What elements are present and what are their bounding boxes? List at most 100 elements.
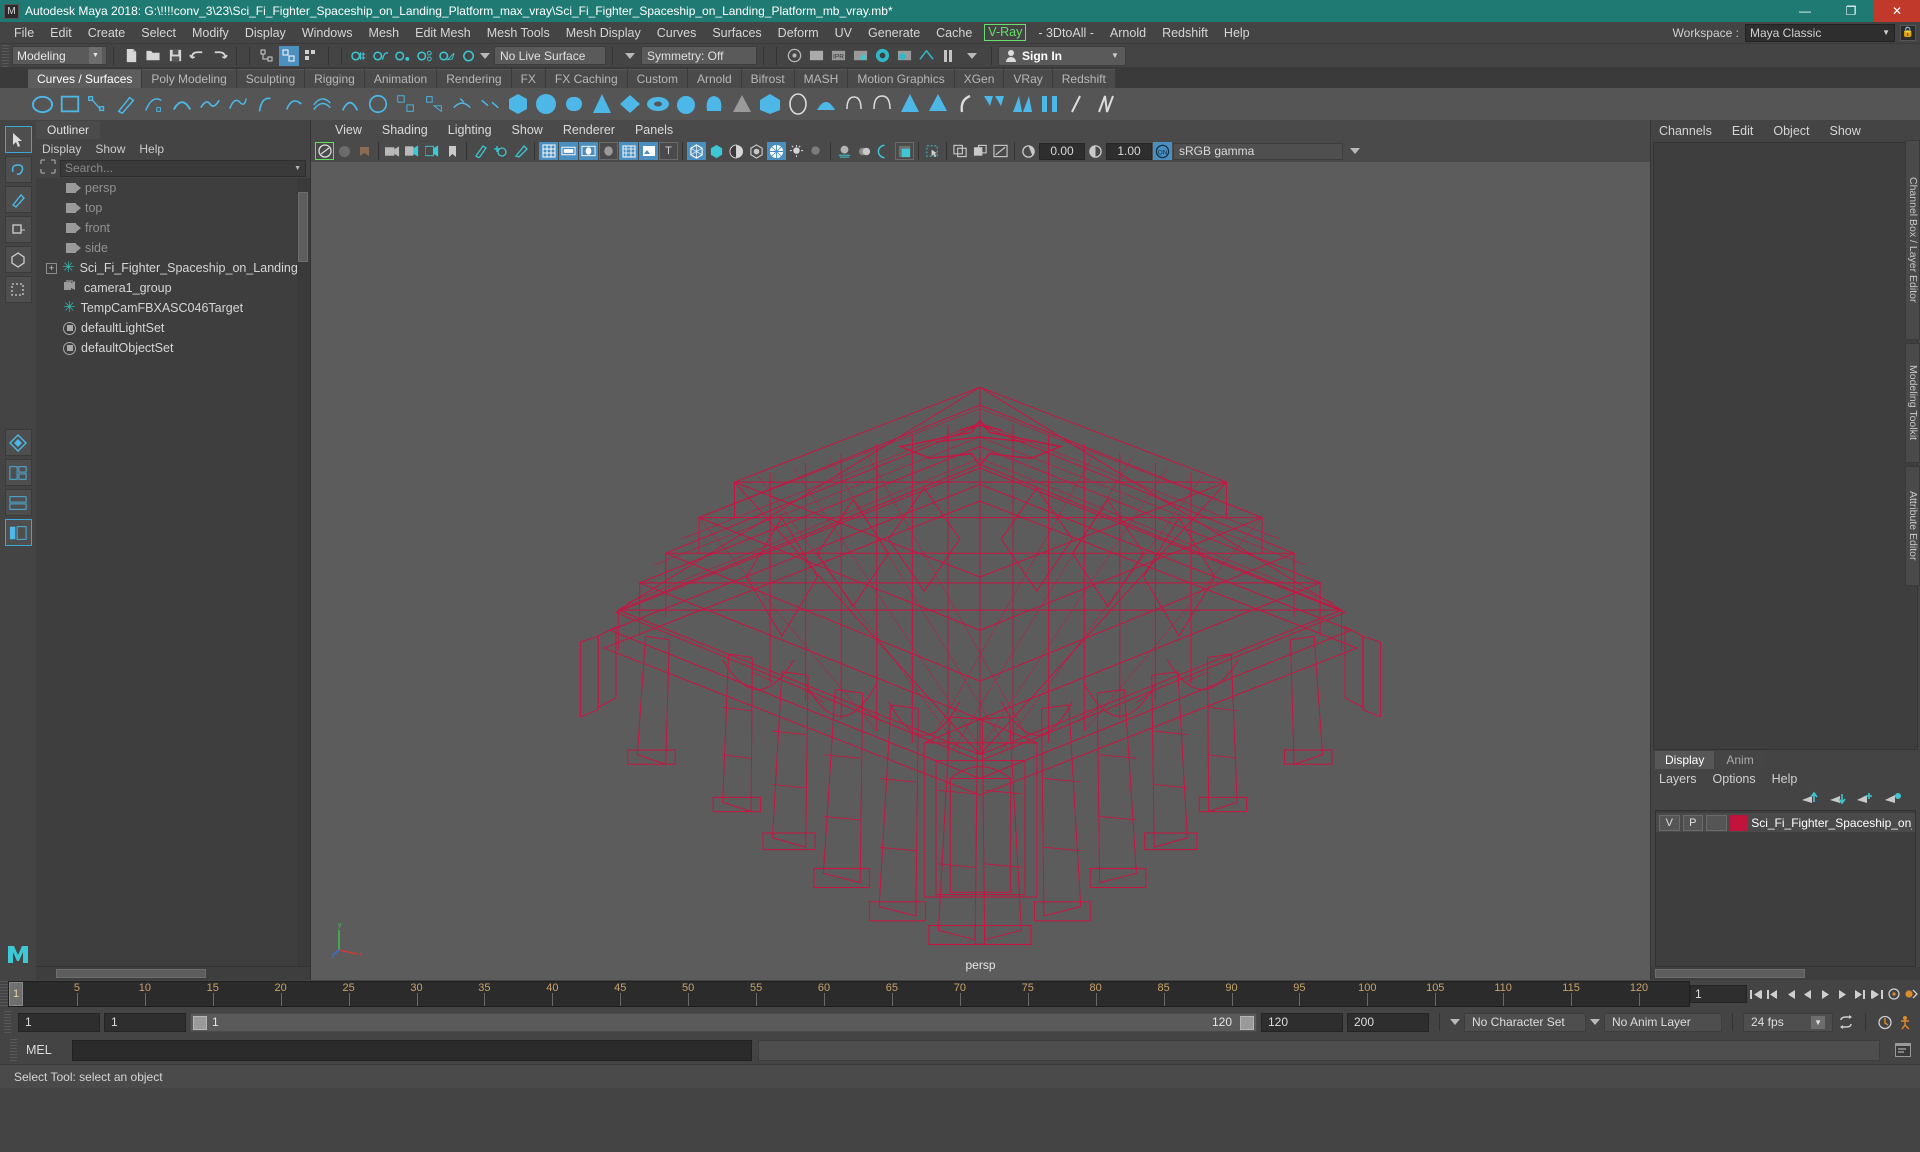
outliner-item-tempcam[interactable]: ✳ TempCamFBXASC046Target [36,298,310,318]
pause-render-icon[interactable] [938,46,958,66]
move-layer-up-icon[interactable] [1800,791,1818,808]
outliner-item-side[interactable]: side [36,238,310,258]
layer-display-type-toggle[interactable] [1706,814,1727,831]
paint-selection-tool[interactable] [4,186,32,213]
shelf-tab-sculpting[interactable]: Sculpting [236,69,305,88]
tab-anim-layers[interactable]: Anim [1716,751,1764,769]
lasso-tool[interactable] [4,156,32,183]
texture-checker-icon[interactable] [767,142,786,160]
nurbs-square-icon[interactable] [58,92,82,116]
loop-playback-icon[interactable] [1837,1013,1855,1031]
current-frame-field[interactable]: 1 [1689,985,1747,1003]
poly-sphere-icon[interactable] [534,92,558,116]
minimize-button[interactable]: — [1782,0,1828,22]
menu-3dtoall[interactable]: - 3DtoAll - [1030,22,1102,44]
snap-to-grid-icon[interactable] [349,46,369,66]
menu-file[interactable]: File [6,22,42,44]
exposure-field[interactable]: 0.00 [1039,142,1085,160]
isolate-select-icon[interactable] [923,142,942,160]
fit-view-icon[interactable] [491,142,510,160]
shelf-tab-redshift[interactable]: Redshift [1052,69,1115,88]
separate-icon[interactable] [1010,92,1034,116]
loft-icon[interactable] [198,92,222,116]
menu-set-select[interactable]: Modeling ▼ [12,46,107,65]
gamma-icon[interactable] [1086,142,1105,160]
poly-platonic-icon[interactable] [814,92,838,116]
poly-bool-icon[interactable] [954,92,978,116]
layer-visibility-toggle[interactable]: V [1659,814,1680,831]
planar-icon[interactable] [226,92,250,116]
live-surface-field[interactable]: No Live Surface [494,46,606,65]
move-tool[interactable] [4,216,32,243]
menu-generate[interactable]: Generate [860,22,928,44]
chevron-down-icon[interactable] [1450,1019,1460,1025]
bevel-icon[interactable] [394,92,418,116]
search-input[interactable]: Search... ▼ [60,159,306,177]
step-forward-frame-icon[interactable] [1834,985,1850,1003]
command-line-grip[interactable] [10,1039,17,1061]
shelf-tab-custom[interactable]: Custom [627,69,687,88]
camera-icon[interactable] [383,142,402,160]
birail-icon[interactable] [310,92,334,116]
scroll-thumb[interactable] [298,192,308,262]
animation-preferences-icon[interactable] [1886,985,1902,1003]
playblast-icon[interactable] [1904,985,1920,1003]
wireframe-shading-icon[interactable] [687,142,706,160]
command-input[interactable] [72,1039,752,1061]
chevron-down-icon[interactable] [480,52,490,59]
menu-display[interactable]: Display [237,22,294,44]
poly-gear-icon[interactable] [926,92,950,116]
motion-blur-icon[interactable] [855,142,874,160]
select-set-icon[interactable] [40,159,56,177]
shelf-tab-rendering[interactable]: Rendering [437,69,511,88]
layer-horizontal-scrollbar[interactable] [1651,967,1920,980]
menu-surfaces[interactable]: Surfaces [704,22,769,44]
chevron-down-icon[interactable] [1590,1019,1600,1025]
viewport-menu-shading[interactable]: Shading [372,123,438,137]
panel-tear-off-icon[interactable] [971,142,990,160]
outliner-item-persp[interactable]: persp [36,178,310,198]
undo-icon[interactable] [187,46,207,66]
boundary-icon[interactable] [338,92,362,116]
menu-edit[interactable]: Edit [42,22,80,44]
outliner-vertical-scrollbar[interactable] [297,178,310,966]
gamma-field[interactable]: 1.00 [1106,142,1152,160]
time-slider-grip[interactable] [0,981,8,1007]
four-view-layout-button[interactable] [4,429,32,456]
poly-pipe-icon[interactable] [702,92,726,116]
shelf-tab-animation[interactable]: Animation [364,69,437,88]
disk-light-icon[interactable] [870,92,894,116]
vray-render-icon[interactable] [894,46,914,66]
range-slider[interactable]: 1 120 [190,1012,1257,1032]
shelf-tab-mash[interactable]: MASH [794,69,848,88]
menu-create[interactable]: Create [80,22,134,44]
panel-copy-icon[interactable] [951,142,970,160]
menu-help[interactable]: Help [1216,22,1258,44]
range-end-field[interactable]: 200 [1347,1012,1429,1032]
image-plane-icon[interactable] [639,142,658,160]
snap-to-projected-center-icon[interactable] [415,46,435,66]
menu-mesh-display[interactable]: Mesh Display [558,22,649,44]
snap-to-curve-icon[interactable] [371,46,391,66]
snap-to-view-planes-icon[interactable] [437,46,457,66]
viewport-menu-show[interactable]: Show [502,123,553,137]
outliner-item-top[interactable]: top [36,198,310,218]
revolve-icon[interactable] [254,92,278,116]
color-transform-select[interactable]: sRGB gamma [1173,142,1343,160]
shelf-tab-fx-caching[interactable]: FX Caching [545,69,627,88]
range-end-handle[interactable] [1240,1015,1254,1030]
step-forward-key-icon[interactable] [1852,985,1868,1003]
extrude-icon[interactable] [282,92,306,116]
menu-select[interactable]: Select [133,22,184,44]
outliner-item-spaceship[interactable]: + ✳ Sci_Fi_Fighter_Spaceship_on_Landing [36,258,310,278]
chevron-down-icon[interactable] [1350,148,1360,154]
arc-tool-icon[interactable] [170,92,194,116]
persp-outliner-layout-button[interactable] [4,459,32,486]
select-by-component-type-icon[interactable] [301,46,321,66]
script-editor-icon[interactable] [1894,1041,1912,1059]
channel-box-menu-edit[interactable]: Edit [1732,124,1754,138]
outliner-menu-show[interactable]: Show [95,142,125,156]
bookmark-icon[interactable] [355,142,374,160]
poly-cylinder-icon[interactable] [562,92,586,116]
xray-icon[interactable] [619,142,638,160]
